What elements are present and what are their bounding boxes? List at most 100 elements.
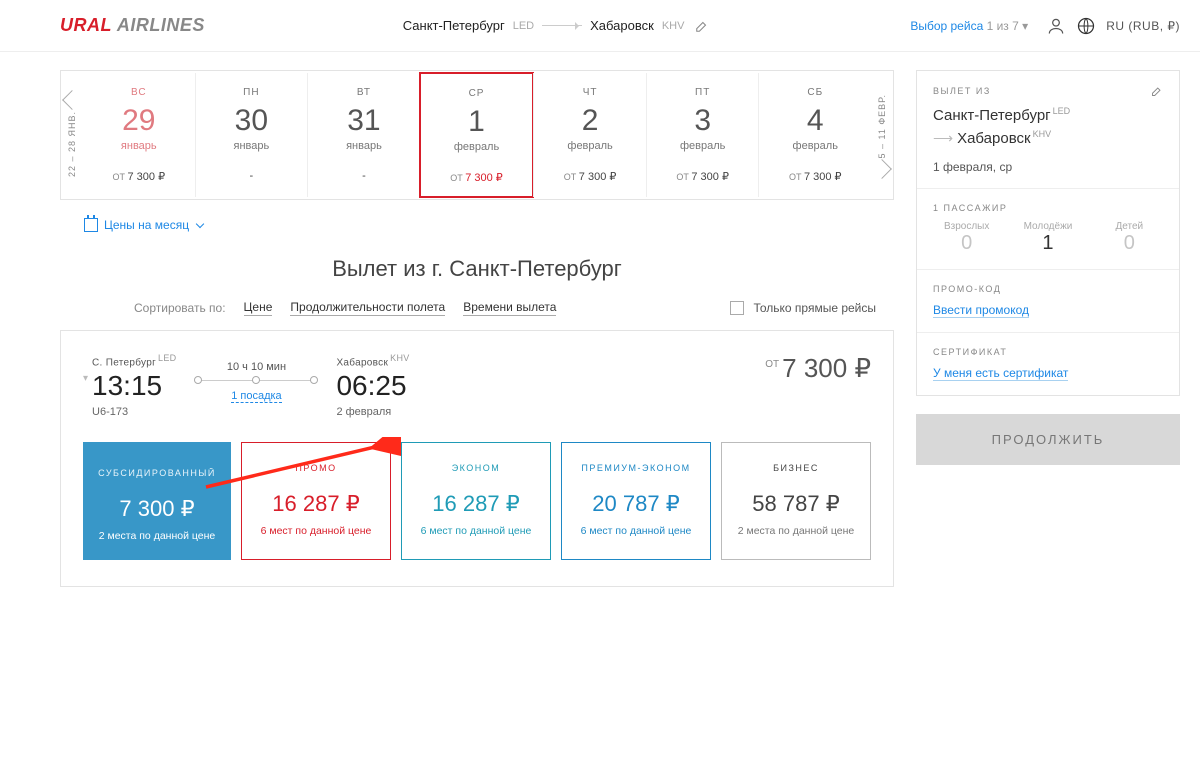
cert-section: СЕРТИФИКАТ У меня есть сертификат — [917, 332, 1179, 395]
side-to-code: KHV — [1033, 129, 1052, 139]
logo-airlines: AIRLINES — [117, 15, 205, 35]
cert-link[interactable]: У меня есть сертификат — [933, 366, 1068, 381]
arr-city: Хабаровск — [336, 357, 388, 368]
pax-item[interactable]: Детей0 — [1096, 221, 1163, 255]
direct-only-toggle[interactable]: Только прямые рейсы — [730, 301, 876, 316]
to-code: KHV — [662, 20, 685, 32]
segment-line — [196, 379, 316, 383]
left-column: 22 – 28 ЯНВ. ВС29январьОТ 7 300ПН30январ… — [60, 70, 894, 587]
pax-label: 1 ПАССАЖИР — [933, 203, 1007, 213]
departure-title: Вылет из г. Санкт-Петербург — [60, 256, 894, 282]
from-code: LED — [513, 20, 534, 32]
dep-city: С. Петербург — [92, 357, 156, 368]
continue-button[interactable]: ПРОДОЛЖИТЬ — [916, 414, 1180, 465]
chevron-down-icon — [196, 220, 204, 228]
date-cell[interactable]: ВТ31январь- — [307, 73, 420, 197]
main: 22 – 28 ЯНВ. ВС29январьОТ 7 300ПН30январ… — [0, 52, 1200, 627]
side-to-city: Хабаровск — [957, 130, 1030, 147]
user-icon[interactable] — [1046, 16, 1066, 36]
direct-only-label: Только прямые рейсы — [753, 301, 876, 315]
sort-price[interactable]: Цене — [244, 300, 273, 316]
fare-econ[interactable]: ЭКОНОМ16 2876 мест по данной цене — [401, 442, 551, 560]
flight-summary: ▾ С. ПетербургLED 13:15 U6-173 10 ч 10 м… — [83, 353, 871, 418]
step-count: 1 из 7 — [987, 19, 1019, 33]
arrow-icon: ⟶ — [933, 130, 953, 146]
side-from-code: LED — [1053, 106, 1071, 116]
header-route: Санкт-Петербург LED Хабаровск KHV — [205, 16, 910, 36]
date-cell[interactable]: ЧТ2февральОТ 7 300 — [533, 73, 646, 197]
globe-icon[interactable] — [1076, 16, 1096, 36]
promo-section: ПРОМО-КОД Ввести промокод — [917, 269, 1179, 332]
date-next[interactable]: 5 – 11 ФЕВР. — [871, 71, 893, 199]
duration: 10 ч 10 мин — [196, 361, 316, 373]
fare-row: СУБСИДИРОВАННЫЙ7 3002 места по данной це… — [83, 442, 871, 560]
arr-code: KHV — [390, 353, 409, 363]
stops-link[interactable]: 1 посадка — [231, 390, 281, 403]
pax-item[interactable]: Взрослых0 — [933, 221, 1000, 255]
summary-card: ВЫЛЕТ ИЗ Санкт-ПетербургLED ⟶ХабаровскKH… — [916, 70, 1180, 396]
arrival-block: ХабаровскKHV 06:25 2 февраля — [336, 353, 409, 418]
expand-icon[interactable]: ▾ — [83, 373, 88, 384]
header-right: RU (RUB, ₽) — [1046, 16, 1180, 36]
logo-ural: URAL — [60, 15, 112, 35]
date-cell[interactable]: СБ4февральОТ 7 300 — [758, 73, 871, 197]
flight-price: ОТ7 300 — [765, 353, 871, 384]
booking-step: Выбор рейса 1 из 7 ▾ — [910, 19, 1028, 33]
chevron-left-icon — [62, 90, 82, 110]
sort-time[interactable]: Времени вылета — [463, 300, 556, 316]
dep-label: ВЫЛЕТ ИЗ — [933, 86, 991, 96]
flight-number: U6-173 — [92, 406, 176, 418]
promo-label: ПРОМО-КОД — [933, 284, 1001, 294]
arrow-icon — [542, 25, 582, 26]
sort-row: Сортировать по: Цене Продолжительности п… — [134, 300, 876, 316]
fare-sub[interactable]: СУБСИДИРОВАННЫЙ7 3002 места по данной це… — [83, 442, 231, 560]
step-label: Выбор рейса — [910, 19, 983, 33]
to-city: Хабаровск — [590, 18, 654, 33]
price-prefix: ОТ — [765, 359, 779, 370]
edit-icon[interactable] — [1151, 85, 1163, 97]
date-cell[interactable]: СР1февральОТ 7 300 — [419, 72, 535, 198]
fare-biz[interactable]: БИЗНЕС58 7872 места по данной цене — [721, 442, 871, 560]
prev-range: 22 – 28 ЯНВ. — [67, 111, 77, 177]
segment-block: 10 ч 10 мин 1 посадка — [196, 353, 316, 403]
dep-time: 13:15 — [92, 370, 176, 402]
side-from-city: Санкт-Петербург — [933, 107, 1051, 124]
dates-row: ВС29январьОТ 7 300ПН30январь-ВТ31январь-… — [83, 73, 871, 197]
cert-label: СЕРТИФИКАТ — [933, 347, 1007, 357]
date-cell[interactable]: ПТ3февральОТ 7 300 — [646, 73, 759, 197]
from-city: Санкт-Петербург — [403, 18, 505, 33]
sort-label: Сортировать по: — [134, 301, 226, 315]
pax-section: 1 ПАССАЖИР Взрослых0 Молодёжи1 Детей0 — [917, 188, 1179, 269]
checkbox-icon — [730, 301, 744, 315]
dep-code: LED — [158, 353, 176, 363]
fare-promo[interactable]: ПРОМО16 2876 мест по данной цене — [241, 442, 391, 560]
side-route: Санкт-ПетербургLED ⟶ХабаровскKHV — [933, 105, 1163, 150]
arr-date: 2 февраля — [336, 406, 409, 418]
date-strip: 22 – 28 ЯНВ. ВС29январьОТ 7 300ПН30январ… — [60, 70, 894, 200]
price-value: 7 300 — [782, 353, 871, 383]
sort-duration[interactable]: Продолжительности полета — [290, 300, 445, 316]
edit-route-icon[interactable] — [692, 16, 712, 36]
chevron-right-icon — [872, 159, 892, 179]
month-prices-link[interactable]: Цены на месяц — [84, 218, 894, 232]
date-cell[interactable]: ВС29январьОТ 7 300 — [83, 73, 195, 197]
calendar-icon — [84, 218, 98, 232]
pax-item[interactable]: Молодёжи1 — [1014, 221, 1081, 255]
locale-label[interactable]: RU (RUB, ₽) — [1106, 19, 1180, 33]
side-date: 1 февраля, ср — [933, 160, 1163, 174]
date-cell[interactable]: ПН30январь- — [195, 73, 308, 197]
flight-card: ▾ С. ПетербургLED 13:15 U6-173 10 ч 10 м… — [60, 330, 894, 587]
month-prices-label: Цены на месяц — [104, 218, 189, 232]
arr-time: 06:25 — [336, 370, 409, 402]
route-section: ВЫЛЕТ ИЗ Санкт-ПетербургLED ⟶ХабаровскKH… — [917, 71, 1179, 188]
next-range: 5 – 11 ФЕВР. — [877, 94, 887, 159]
pax-row: Взрослых0 Молодёжи1 Детей0 — [933, 221, 1163, 255]
page: URAL AIRLINES Санкт-Петербург LED Хабаро… — [0, 0, 1200, 627]
sidebar: ВЫЛЕТ ИЗ Санкт-ПетербургLED ⟶ХабаровскKH… — [916, 70, 1180, 465]
logo[interactable]: URAL AIRLINES — [60, 15, 205, 36]
fare-prem[interactable]: ПРЕМИУМ-ЭКОНОМ20 7876 мест по данной цен… — [561, 442, 711, 560]
promo-link[interactable]: Ввести промокод — [933, 303, 1029, 318]
date-prev[interactable]: 22 – 28 ЯНВ. — [61, 71, 83, 199]
departure-block: С. ПетербургLED 13:15 U6-173 — [92, 353, 176, 418]
header: URAL AIRLINES Санкт-Петербург LED Хабаро… — [0, 0, 1200, 52]
